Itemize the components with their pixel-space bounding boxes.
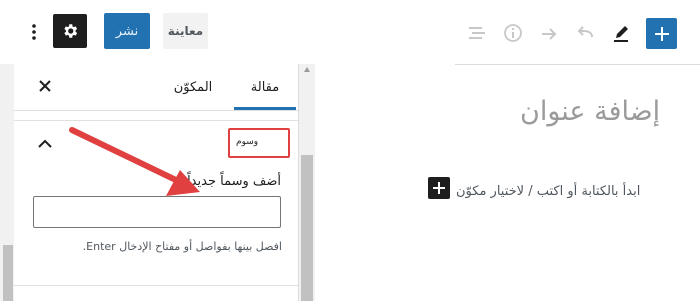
sidebar-scroll-thumb-left[interactable]: [3, 245, 13, 301]
plus-icon: [654, 26, 669, 41]
undo-button[interactable]: [574, 22, 596, 44]
scroll-up-arrow-icon[interactable]: [304, 67, 310, 72]
redo-icon: [542, 28, 557, 40]
post-title-placeholder[interactable]: إضافة عنوان: [520, 96, 660, 127]
collapse-panel-button[interactable]: [37, 136, 53, 150]
panel-divider-bottom: [14, 285, 298, 286]
sidebar-scroll-thumb[interactable]: [301, 155, 313, 301]
add-block-button[interactable]: [428, 177, 450, 199]
settings-button[interactable]: [53, 14, 87, 48]
redo-button[interactable]: [538, 22, 560, 44]
tags-help-text: افصل بينها بفواصل أو مفتاح الإدخال Enter…: [82, 240, 282, 253]
active-tab-indicator: [234, 107, 296, 110]
close-icon: [39, 80, 51, 92]
kebab-vertical-icon: [32, 24, 36, 40]
annotation-arrow-icon: [69, 127, 200, 196]
outline-button[interactable]: [466, 22, 488, 44]
close-sidebar-button[interactable]: [37, 76, 53, 96]
undo-icon: [577, 26, 593, 38]
tab-block[interactable]: المكوّن: [160, 64, 226, 110]
tools-button[interactable]: [610, 22, 632, 44]
pencil-icon: [614, 26, 628, 42]
list-view-icon: [469, 27, 485, 39]
publish-button[interactable]: نشر: [104, 13, 150, 49]
block-inserter-button[interactable]: [646, 18, 677, 49]
annotation-highlight-box: [228, 128, 290, 158]
preview-button[interactable]: معاينة: [163, 13, 208, 49]
header-divider: [455, 64, 700, 65]
more-options-button[interactable]: [24, 18, 44, 46]
info-icon: [504, 24, 522, 42]
paragraph-placeholder[interactable]: ابدأ بالكتابة أو اكتب / لاختيار مكوّن: [456, 184, 640, 199]
details-button[interactable]: [502, 22, 524, 44]
chevron-up-icon: [38, 139, 52, 148]
plus-icon: [433, 182, 445, 194]
gear-icon: [64, 24, 78, 38]
tab-post[interactable]: مقالة: [234, 64, 296, 110]
